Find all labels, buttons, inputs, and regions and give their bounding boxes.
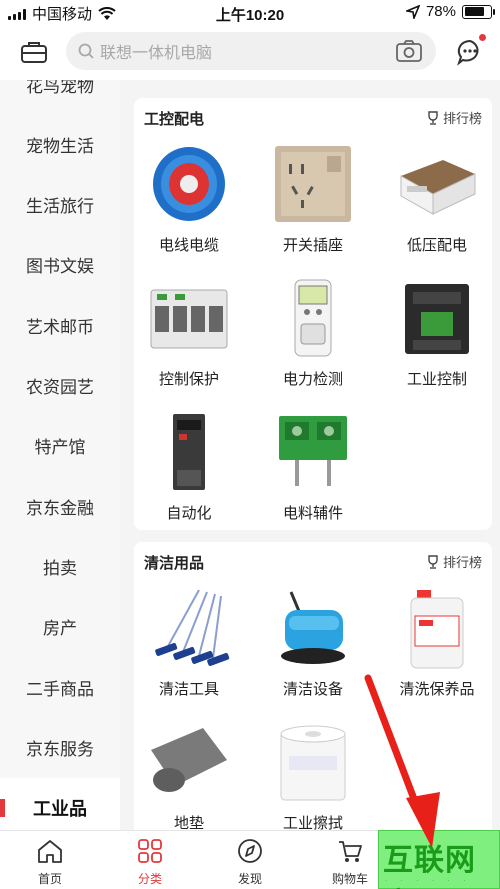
product-name: 电线电缆 (158, 237, 219, 254)
product-name: 自动化 (166, 505, 212, 522)
sidebar-item[interactable]: 宠物生活 (0, 114, 120, 174)
search-placeholder: 联想一体机电脑 (100, 45, 213, 62)
distribution-box-icon (395, 142, 479, 226)
mops-icon (147, 586, 231, 670)
compass-icon (238, 839, 262, 863)
location-arrow-icon (405, 4, 420, 19)
sidebar-item[interactable]: 拍卖 (0, 536, 120, 596)
section-card-industrial-control: 工控配电 排行榜 电线电缆 开关插座 低压配电 控制保护 电力检测 工业控制 自… (134, 98, 492, 530)
search-bar[interactable]: 联想一体机电脑 (66, 32, 436, 70)
tab-label: 分类 (137, 872, 162, 886)
inverter-icon (147, 410, 231, 494)
ranking-link[interactable]: 排行榜 (426, 108, 482, 127)
product-name: 工业擦拭 (282, 815, 343, 830)
sidebar-item[interactable]: 艺术邮币 (0, 295, 120, 355)
floor-scrubber-icon (271, 586, 355, 670)
tab-label: 首页 (37, 872, 62, 886)
floor-mat-icon (147, 720, 231, 804)
product-name: 电力检测 (282, 371, 343, 388)
product-protection[interactable]: 控制保护 (134, 276, 244, 389)
product-name: 清洁工具 (158, 681, 219, 698)
message-badge (479, 34, 486, 41)
category-content: 工控配电 排行榜 电线电缆 开关插座 低压配电 控制保护 电力检测 工业控制 自… (120, 80, 500, 830)
cleaner-bottle-icon (395, 586, 479, 670)
terminal-block-icon (271, 410, 355, 494)
product-name: 控制保护 (158, 371, 219, 388)
search-icon (78, 43, 94, 59)
section-card-cleaning: 清洁用品 排行榜 清洁工具 清洁设备 清洗保养品 地垫 工业擦拭 (134, 542, 492, 830)
sidebar-item[interactable]: 京东金融 (0, 476, 120, 536)
tab-label: 发现 (237, 872, 262, 886)
home-icon (38, 840, 62, 863)
product-name: 清洗保养品 (399, 681, 475, 698)
product-floor-mat[interactable]: 地垫 (134, 720, 244, 830)
sidebar-item[interactable]: 京东服务 (0, 717, 120, 777)
contactor-icon (395, 276, 479, 360)
product-industrial-wipes[interactable]: 工业擦拭 (258, 720, 368, 830)
trophy-icon (428, 110, 438, 125)
battery-percent: 78% (425, 3, 456, 20)
sidebar-item[interactable]: 工业品 (0, 777, 120, 830)
tab-home[interactable]: 首页 (0, 831, 100, 889)
cable-reel-icon (147, 142, 231, 226)
wipes-roll-icon (271, 720, 355, 804)
wall-socket-icon (271, 142, 355, 226)
sidebar-item[interactable]: 图书文娱 (0, 235, 120, 295)
product-name: 地垫 (173, 815, 204, 830)
camera-icon[interactable] (396, 40, 422, 62)
scan-menu-icon[interactable] (20, 40, 48, 64)
watermark-subtext: · · · · · · (385, 878, 472, 884)
battery-icon (462, 4, 495, 19)
sidebar-item[interactable]: 生活旅行 (0, 175, 120, 235)
sidebar-item[interactable]: 房产 (0, 597, 120, 657)
sidebar-item[interactable]: 花鸟宠物 (0, 80, 120, 114)
ranking-label: 排行榜 (442, 111, 482, 126)
product-name: 清洁设备 (282, 681, 343, 698)
product-cleaning-care[interactable]: 清洗保养品 (382, 586, 492, 699)
product-name: 工业控制 (406, 371, 467, 388)
category-icon (138, 839, 162, 863)
power-meter-icon (271, 276, 355, 360)
product-power-test[interactable]: 电力检测 (258, 276, 368, 389)
header: 联想一体机电脑 (0, 26, 500, 80)
circuit-breaker-icon (147, 276, 231, 360)
product-automation[interactable]: 自动化 (134, 410, 244, 523)
product-cleaning-equipment[interactable]: 清洁设备 (258, 586, 368, 699)
section-title: 工控配电 (144, 111, 205, 128)
product-socket[interactable]: 开关插座 (258, 142, 368, 255)
ranking-link[interactable]: 排行榜 (426, 552, 482, 571)
status-right: 78% (405, 3, 495, 20)
sidebar-item[interactable]: 特产馆 (0, 416, 120, 476)
category-sidebar: 花鸟宠物 宠物生活 生活旅行 图书文娱 艺术邮币 农资园艺 特产馆 京东金融 拍卖 房产 二手商品京… (0, 80, 120, 830)
product-accessories[interactable]: 电料辅件 (258, 410, 368, 523)
product-name: 低压配电 (406, 237, 467, 254)
message-icon[interactable] (456, 38, 484, 66)
product-cleaning-tools[interactable]: 清洁工具 (134, 586, 244, 699)
sidebar-item[interactable]: 二手商品 (0, 657, 120, 717)
tab-category[interactable]: 分类 (100, 831, 200, 889)
ranking-label: 排行榜 (442, 555, 482, 570)
product-distribution[interactable]: 低压配电 (382, 142, 492, 255)
sidebar-item[interactable]: 农资园艺 (0, 356, 120, 416)
section-title: 清洁用品 (144, 555, 205, 572)
product-name: 开关插座 (282, 237, 343, 254)
product-cable[interactable]: 电线电缆 (134, 142, 244, 255)
product-name: 电料辅件 (282, 505, 343, 522)
product-industrial-control[interactable]: 工业控制 (382, 276, 492, 389)
tab-discover[interactable]: 发现 (200, 831, 300, 889)
trophy-icon (428, 554, 438, 569)
status-bar: 中国移动 上午10:20 78% (0, 0, 500, 26)
watermark-logo: 互联网应用 · · · · · · (378, 830, 500, 889)
cart-icon (339, 841, 362, 862)
